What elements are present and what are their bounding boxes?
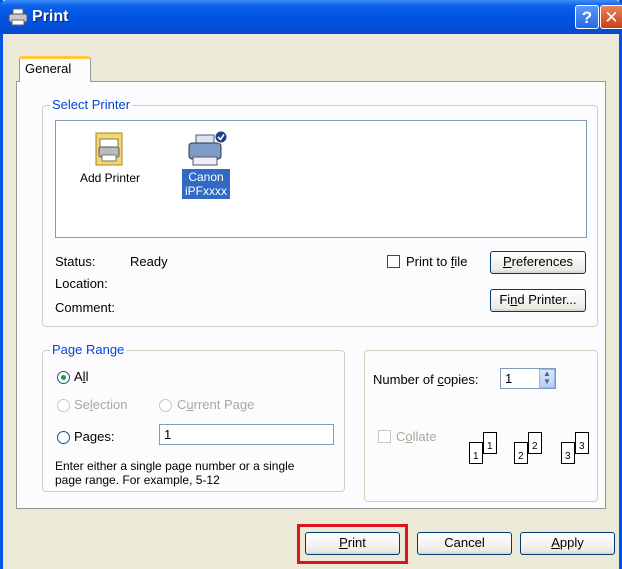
copies-label: Number of copies: [373,372,479,387]
all-radio-label[interactable]: All [74,369,88,384]
pages-radio[interactable] [57,431,70,444]
collate-checkbox[interactable] [378,430,391,443]
printer-icon [188,130,228,166]
find-printer-button[interactable]: Find Printer... [490,289,586,312]
add-printer-item[interactable]: Add Printer [70,131,150,185]
tab-general[interactable]: General [19,56,91,82]
apply-button[interactable]: Apply [520,532,615,555]
canon-printer-label: Canon iPFxxxx [182,169,230,199]
location-label: Location: [55,276,108,291]
page-range-hint-line2: page range. For example, 5-12 [55,473,220,487]
tab-general-label: General [25,61,72,76]
page-range-label: Page Range [50,342,127,357]
canon-printer-item[interactable]: Canon iPFxxxx [176,129,236,199]
add-printer-label: Add Printer [79,171,141,185]
current-page-radio-label[interactable]: Current Page [177,397,254,412]
all-radio[interactable] [57,371,70,384]
title-bar[interactable]: Print ? ✕ [0,0,622,34]
page-range-hint-line1: Enter either a single page number or a s… [55,459,295,473]
current-page-radio[interactable] [159,399,172,412]
comment-label: Comment: [55,300,115,315]
close-button[interactable]: ✕ [600,5,622,29]
print-to-file-checkbox[interactable] [387,255,400,268]
print-to-file-label[interactable]: Print to file [406,254,467,269]
select-printer-label: Select Printer [50,97,133,112]
add-printer-icon [95,132,123,166]
help-button[interactable]: ? [575,5,599,29]
pages-input[interactable]: 1 [159,424,334,445]
cancel-button[interactable]: Cancel [417,532,512,555]
collate-label[interactable]: Collate [396,429,436,444]
selection-radio[interactable] [57,399,70,412]
status-value: Ready [130,254,168,269]
pages-radio-label[interactable]: Pages: [74,429,114,444]
print-button-highlight [297,524,408,564]
status-label: Status: [55,254,96,269]
copies-spinner[interactable]: ▲ ▼ [539,369,555,388]
printer-icon [8,8,28,26]
window-title: Print [32,8,69,25]
printer-list[interactable]: Add Printer Canon iPFxxxx [55,120,587,238]
selection-radio-label[interactable]: Selection [74,397,128,412]
preferences-button[interactable]: Preferences [490,251,586,274]
